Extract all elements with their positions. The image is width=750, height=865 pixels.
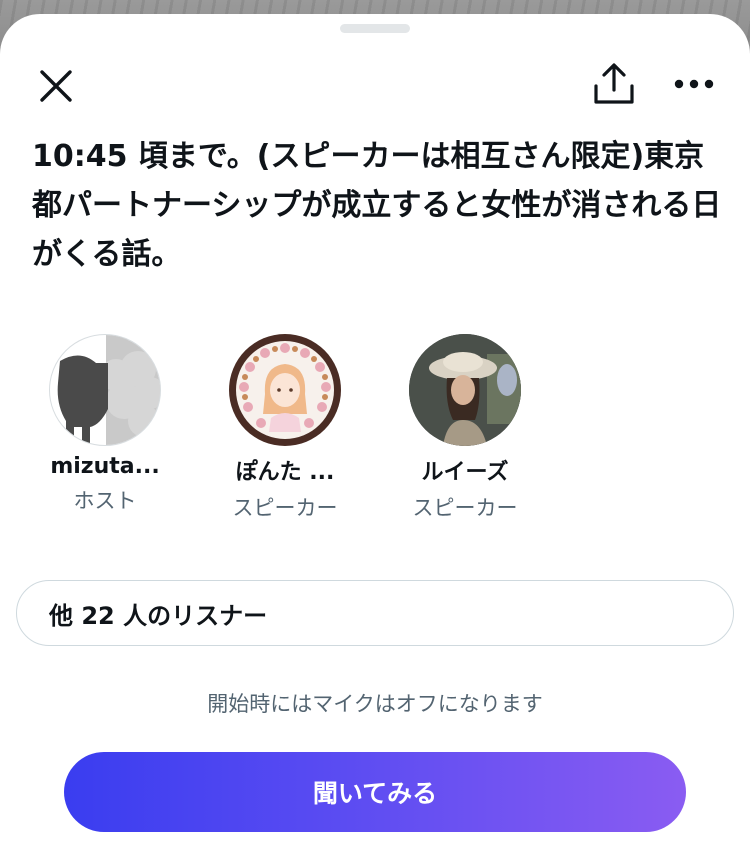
participant-name: mizuta... <box>50 454 160 479</box>
participant-name: ぽんた ... <box>235 460 335 485</box>
share-icon <box>594 63 634 104</box>
share-button[interactable] <box>584 54 644 114</box>
close-button[interactable] <box>28 58 84 114</box>
space-title: 10:45 頃まで。(スピーカーは相互さん限定)東京都パートナーシップが成立する… <box>32 139 722 272</box>
donut-ring-girl-avatar[interactable] <box>229 334 341 446</box>
woman-photo-icon <box>409 334 521 446</box>
sheep-icon <box>57 335 160 445</box>
participant-role: ホスト <box>73 489 137 513</box>
participant-role: スピーカー <box>232 496 338 520</box>
participant-speaker-1[interactable]: ぽんた ... スピーカー <box>205 334 365 522</box>
girl-illustration-icon <box>236 341 334 439</box>
mic-off-notice: 開始時にはマイクはオフになります <box>207 692 543 716</box>
more-horizontal-icon <box>674 79 714 89</box>
listeners-count-button[interactable]: 他 22 人のリスナー <box>16 580 734 646</box>
participant-name: ルイーズ <box>421 460 509 485</box>
close-icon <box>40 70 72 102</box>
participant-role: スピーカー <box>412 496 518 520</box>
space-details-sheet: 10:45 頃まで。(スピーカーは相互さん限定)東京都パートナーシップが成立する… <box>0 14 750 865</box>
woman-in-hat-avatar[interactable] <box>409 334 521 446</box>
listen-button[interactable]: 聞いてみる <box>64 752 686 832</box>
more-options-button[interactable] <box>664 54 724 114</box>
sheep-avatar[interactable] <box>49 334 161 446</box>
sheet-grabber-handle[interactable] <box>340 24 410 33</box>
participant-speaker-2[interactable]: ルイーズ スピーカー <box>385 334 545 522</box>
participant-host[interactable]: mizuta... ホスト <box>25 334 185 515</box>
participants-list: mizuta... ホスト ぽんた ... スピーカー ルイーズ スピーカー <box>0 334 750 534</box>
